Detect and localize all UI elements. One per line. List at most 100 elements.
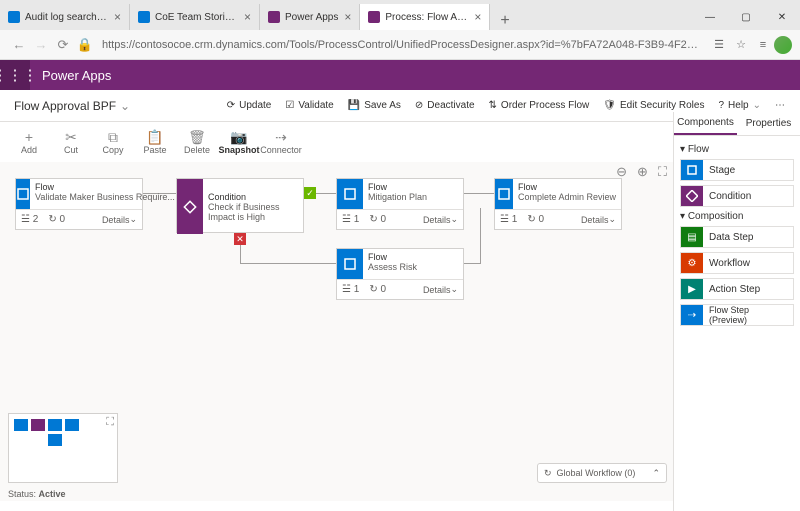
copy-tool[interactable]: ⧉Copy xyxy=(92,124,134,160)
stage-node[interactable]: FlowValidate Maker Business Require... ☱… xyxy=(15,178,143,230)
flow-step-icon: ⇢ xyxy=(681,305,703,325)
details-toggle[interactable]: Details ⌄ xyxy=(102,214,137,225)
data-step-icon: ▤ xyxy=(681,227,703,247)
deactivate-icon: ⊘ xyxy=(415,100,423,111)
flow-icon xyxy=(16,179,30,209)
tab-properties[interactable]: Properties xyxy=(737,112,800,135)
favorite-icon[interactable]: ☆ xyxy=(730,34,752,56)
refresh-button[interactable]: ⟳ xyxy=(52,34,74,56)
plus-icon: + xyxy=(25,129,33,145)
component-workflow[interactable]: ⚙Workflow xyxy=(680,252,794,274)
minimap[interactable]: ⛶ xyxy=(8,413,118,483)
app-launcher-icon[interactable]: ⋮⋮⋮ xyxy=(0,60,30,90)
update-button[interactable]: ⟳Update xyxy=(220,90,279,122)
cut-tool[interactable]: ✂Cut xyxy=(50,124,92,160)
validate-button[interactable]: ☑Validate xyxy=(278,90,340,122)
details-toggle[interactable]: Details ⌄ xyxy=(423,284,458,295)
details-toggle[interactable]: Details ⌄ xyxy=(423,214,458,225)
close-icon[interactable]: × xyxy=(244,10,251,24)
paste-icon: 📋 xyxy=(146,129,163,145)
chevron-down-icon: ⌄ xyxy=(120,99,130,113)
delete-icon: 🗑 xyxy=(188,129,206,145)
side-panel: Components Properties ▾ Flow Stage Condi… xyxy=(673,112,800,511)
fit-screen-button[interactable]: ⛶ xyxy=(658,164,667,180)
component-action-step[interactable]: ▶Action Step xyxy=(680,278,794,300)
security-icon: 🛡 xyxy=(603,100,616,111)
address-bar-row: ← → ⟳ 🔒 https://contosocoe.crm.dynamics.… xyxy=(0,30,800,60)
steps-count: ☱ 2 xyxy=(21,214,38,225)
copy-icon: ⧉ xyxy=(108,129,118,145)
chevron-down-icon: ⌄ xyxy=(753,100,761,111)
flow-icon xyxy=(337,249,363,279)
stage-node[interactable]: FlowMitigation Plan ☱ 1↻ 0Details ⌄ xyxy=(336,178,464,230)
details-toggle[interactable]: Details ⌄ xyxy=(581,214,616,225)
close-icon[interactable]: × xyxy=(344,10,351,24)
condition-no-badge: ✕ xyxy=(234,233,246,245)
deactivate-button[interactable]: ⊘Deactivate xyxy=(408,90,482,122)
browser-tab[interactable]: Power Apps× xyxy=(260,4,360,30)
browser-tab[interactable]: Process: Flow Approval BPF - M× xyxy=(360,4,490,30)
delete-tool[interactable]: 🗑Delete xyxy=(176,124,218,160)
component-data-step[interactable]: ▤Data Step xyxy=(680,226,794,248)
stage-node[interactable]: FlowAssess Risk ☱ 1↻ 0Details ⌄ xyxy=(336,248,464,300)
close-icon[interactable]: × xyxy=(114,10,121,24)
component-condition[interactable]: Condition xyxy=(680,185,794,207)
component-stage[interactable]: Stage xyxy=(680,159,794,181)
triggers-count: ↻ 0 xyxy=(48,214,65,225)
browser-tab[interactable]: Audit log search - Security & C× xyxy=(0,4,130,30)
minimize-button[interactable]: — xyxy=(692,4,728,30)
section-composition[interactable]: ▾ Composition xyxy=(680,211,794,222)
connector xyxy=(480,208,481,264)
workflow-icon: ⚙ xyxy=(681,253,703,273)
connector xyxy=(464,193,494,194)
condition-yes-badge: ✓ xyxy=(304,187,316,199)
close-icon[interactable]: × xyxy=(474,10,481,24)
stage-node[interactable]: FlowComplete Admin Review ☱ 1↻ 0Details … xyxy=(494,178,622,230)
stage-icon xyxy=(681,160,703,180)
workflow-icon: ↻ xyxy=(544,468,552,479)
global-workflow-bar[interactable]: ↻ Global Workflow (0) ⌃ xyxy=(537,463,667,483)
condition-node[interactable]: ConditionCheck if Business Impact is Hig… xyxy=(176,178,304,233)
app-title: Power Apps xyxy=(30,68,123,83)
connector-tool[interactable]: ⇢Connector xyxy=(260,124,302,160)
flow-icon xyxy=(495,179,513,209)
address-bar[interactable]: https://contosocoe.crm.dynamics.com/Tool… xyxy=(96,36,708,54)
connector xyxy=(240,263,336,264)
expand-icon[interactable]: ⛶ xyxy=(106,416,114,429)
designer-canvas[interactable]: ⊖ ⊕ ⛶ FlowValidate Maker Business Requir… xyxy=(0,162,673,501)
new-tab-button[interactable]: + xyxy=(490,12,519,30)
condition-icon xyxy=(681,186,703,206)
check-icon: ☑ xyxy=(285,100,294,111)
reader-icon[interactable]: ☰ xyxy=(708,34,730,56)
add-tool[interactable]: +Add xyxy=(8,124,50,160)
favorites-list-icon[interactable]: ≡ xyxy=(752,34,774,56)
process-title[interactable]: Flow Approval BPF⌄ xyxy=(8,99,136,113)
browser-tabstrip: Audit log search - Security & C× CoE Tea… xyxy=(0,0,800,30)
save-icon: 💾 xyxy=(348,100,360,111)
order-icon: ⇅ xyxy=(489,100,497,111)
action-step-icon: ▶ xyxy=(681,279,703,299)
maximize-button[interactable]: ▢ xyxy=(728,4,764,30)
app-header: ⋮⋮⋮ Power Apps xyxy=(0,60,800,90)
flow-icon xyxy=(337,179,363,209)
paste-tool[interactable]: 📋Paste xyxy=(134,124,176,160)
back-button[interactable]: ← xyxy=(8,34,30,56)
zoom-in-button[interactable]: ⊕ xyxy=(637,164,648,180)
profile-avatar[interactable] xyxy=(774,36,792,54)
camera-icon: 📷 xyxy=(230,129,247,145)
close-button[interactable]: ✕ xyxy=(764,4,800,30)
order-process-button[interactable]: ⇅Order Process Flow xyxy=(482,90,597,122)
cut-icon: ✂ xyxy=(65,129,77,145)
lock-icon: 🔒 xyxy=(74,34,96,56)
component-flow-step[interactable]: ⇢Flow Step (Preview) xyxy=(680,304,794,326)
tab-components[interactable]: Components xyxy=(674,112,737,135)
condition-icon xyxy=(177,179,203,234)
refresh-icon: ⟳ xyxy=(227,100,235,111)
section-flow[interactable]: ▾ Flow xyxy=(680,144,794,155)
snapshot-tool[interactable]: 📷Snapshot xyxy=(218,124,260,160)
browser-tab[interactable]: CoE Team Stories Board - Boards× xyxy=(130,4,260,30)
connector-icon: ⇢ xyxy=(275,129,287,145)
forward-button[interactable]: → xyxy=(30,34,52,56)
status-bar: Status: Active xyxy=(8,489,66,499)
save-as-button[interactable]: 💾Save As xyxy=(341,90,408,122)
